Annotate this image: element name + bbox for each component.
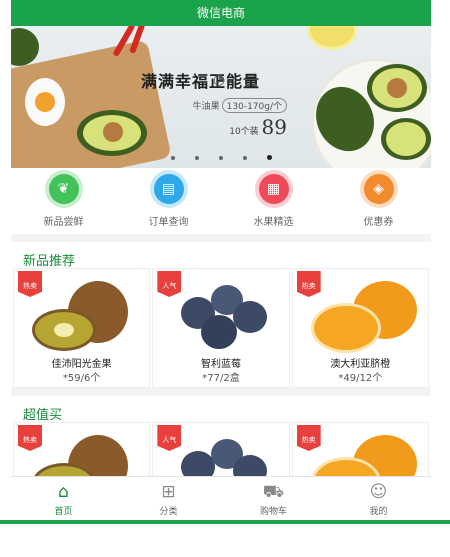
quick-nav-fruit-selection[interactable]: ▦ 水果精选: [221, 174, 326, 234]
pagination-dot[interactable]: [218, 156, 223, 160]
user-icon: ☺: [369, 482, 388, 502]
promo-banner[interactable]: ◔ 满满幸福正能量 牛油果 130-170g/个 10个装 89: [11, 26, 431, 168]
promo-spec: 130-170g/个: [221, 98, 287, 113]
cart-icon: ⛟: [262, 482, 285, 502]
tab-cart[interactable]: ⛟ 购物车: [221, 477, 326, 520]
tab-label: 购物车: [259, 507, 287, 517]
tab-profile[interactable]: ☺ 我的: [326, 477, 431, 520]
pagination-dot-active[interactable]: [266, 155, 272, 160]
hot-sale-badge: 热卖: [296, 271, 321, 297]
product-card[interactable]: 热卖 佳沛阳光金果 *59/6个: [13, 268, 151, 388]
promo-product: 牛油果: [192, 102, 220, 112]
quick-nav-label: 优惠券: [363, 217, 394, 228]
promo-unit: 10个装: [229, 127, 259, 137]
product-card[interactable]: 热卖 澳大利亚脐橙 *49/12个: [291, 268, 429, 388]
quick-nav-coupons[interactable]: ◈ 优惠券: [326, 174, 431, 234]
pagination-dot[interactable]: [170, 156, 175, 160]
product-grid: 热卖 佳沛阳光金果 *59/6个 人气 智利蓝莓 *77/2盒 热卖 澳大利亚脐…: [11, 268, 431, 388]
promo-price: 89: [261, 115, 287, 139]
section-title: 新品推荐: [23, 254, 76, 269]
orange-image: [310, 281, 417, 353]
product-name: 智利蓝莓: [200, 359, 241, 370]
lemon-image: [307, 26, 357, 50]
tab-home[interactable]: ⌂ 首页: [11, 477, 116, 520]
hot-sale-badge: 热卖: [18, 271, 42, 297]
app-title: 微信电商: [196, 6, 245, 20]
banner-pagination[interactable]: [11, 155, 431, 160]
quick-nav-new-arrivals[interactable]: ❦ 新品尝鲜: [11, 174, 116, 234]
coupon-icon: ◈: [363, 174, 394, 204]
hot-sale-badge: 热卖: [18, 425, 42, 451]
product-price: *77/2盒: [202, 373, 240, 384]
blueberry-image: [171, 281, 271, 353]
grid-icon: ⊞: [161, 482, 176, 502]
avocado-logo-icon: ◔: [213, 72, 226, 88]
bottom-accent-line: [0, 520, 450, 524]
product-price: *49/12个: [338, 373, 383, 384]
quick-nav-label: 新品尝鲜: [43, 217, 84, 228]
product-name: 澳大利亚脐橙: [330, 359, 391, 370]
section-title: 超值买: [23, 408, 63, 423]
home-icon: ⌂: [58, 482, 69, 502]
product-name: 佳沛阳光金果: [51, 359, 112, 370]
product-card[interactable]: 人气 智利蓝莓 *77/2盒: [152, 268, 290, 388]
pagination-dot[interactable]: [194, 156, 199, 160]
kiwi-image: [32, 281, 132, 353]
pagination-dot[interactable]: [242, 156, 247, 160]
leaf-icon: ❦: [48, 174, 79, 204]
popular-badge: 人气: [157, 271, 182, 297]
quick-nav-label: 订单查询: [148, 217, 189, 228]
promo-text: ◔ 满满幸福正能量 牛油果 130-170g/个 10个装 89: [141, 68, 301, 139]
tab-label: 我的: [369, 507, 388, 517]
quick-nav-order-query[interactable]: ▤ 订单查询: [116, 174, 221, 234]
document-icon: ▤: [153, 174, 184, 204]
tab-category[interactable]: ⊞ 分类: [116, 477, 221, 520]
hot-sale-badge: 热卖: [296, 425, 321, 451]
quick-nav-label: 水果精选: [253, 217, 294, 228]
app-screen: 微信电商 ◔ 满满幸福正能量 牛油果 130-170g/个 10个装 89 ❦ …: [11, 0, 431, 520]
quick-nav: ❦ 新品尝鲜 ▤ 订单查询 ▦ 水果精选 ◈ 优惠券: [11, 168, 431, 234]
app-title-bar: 微信电商: [11, 0, 431, 26]
popular-badge: 人气: [157, 425, 182, 451]
tab-label: 分类: [159, 507, 178, 517]
product-price: *59/6个: [62, 373, 101, 384]
section-new-recommend: 新品推荐 热卖 佳沛阳光金果 *59/6个 人气 智利蓝莓 *77/2盒 热卖 …: [11, 242, 431, 388]
egg-yolk-image: [35, 92, 55, 112]
tab-label: 首页: [54, 507, 73, 517]
basket-icon: ▦: [258, 174, 289, 204]
bottom-tab-bar: ⌂ 首页 ⊞ 分类 ⛟ 购物车 ☺ 我的: [11, 476, 431, 520]
